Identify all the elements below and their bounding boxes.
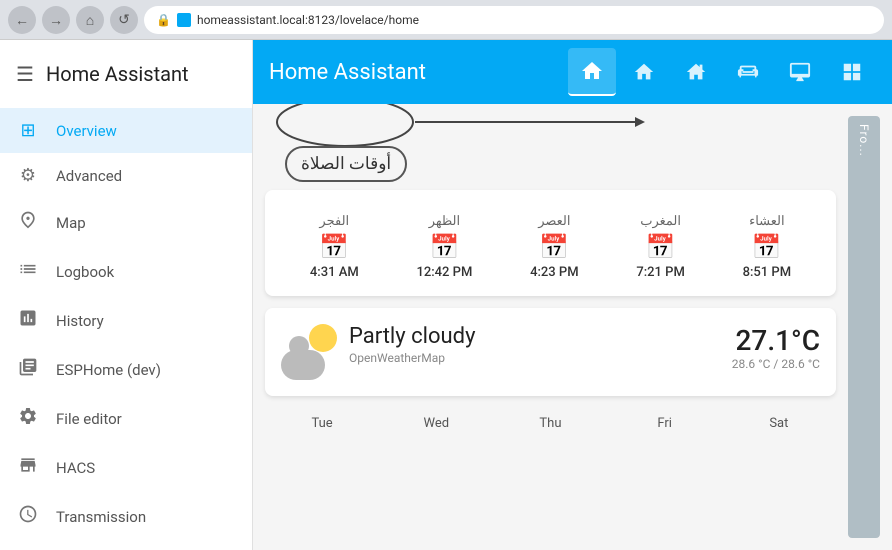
forward-button[interactable]: → — [42, 6, 70, 34]
sidebar-item-hacs[interactable]: HACS — [0, 443, 252, 492]
weather-icon-container — [281, 324, 337, 380]
prayer-card-wrapper: أوقات الصلاة الفجر 📅 4:31 AM — [265, 116, 836, 296]
day-sat: Sat — [754, 416, 804, 431]
sidebar-item-overview[interactable]: ⊞ Overview — [0, 108, 252, 153]
prayer-isha: العشاء 📅 8:51 PM — [743, 214, 792, 280]
weather-source: OpenWeatherMap — [349, 351, 720, 365]
sidebar-item-map-label: Map — [56, 214, 86, 232]
sidebar-item-file-editor-label: File editor — [56, 410, 122, 428]
weather-temp-main: 27.1°C — [732, 324, 820, 357]
right-panel-text: Fro... — [857, 124, 871, 157]
app-bar: Home Assistant — [253, 40, 892, 104]
weather-condition: Partly cloudy — [349, 324, 720, 349]
file-editor-icon — [16, 406, 40, 431]
sidebar-title: Home Assistant — [46, 62, 189, 86]
sidebar-item-overview-label: Overview — [56, 122, 117, 140]
prayer-maghrib-name: المغرب — [640, 214, 681, 229]
weather-temp-range: 28.6 °C / 28.6 °C — [732, 357, 820, 371]
sidebar-item-logbook-label: Logbook — [56, 263, 114, 281]
tab-bar — [568, 48, 876, 96]
weather-card: Partly cloudy OpenWeatherMap 27.1°C 28.6… — [265, 308, 836, 396]
tab-house2[interactable] — [672, 48, 720, 96]
day-fri: Fri — [640, 416, 690, 431]
prayer-fajr-time: 4:31 AM — [310, 265, 359, 280]
overview-icon: ⊞ — [16, 120, 40, 141]
prayer-asr-time: 4:23 PM — [530, 265, 579, 280]
prayer-asr: العصر 📅 4:23 PM — [530, 214, 579, 280]
sidebar-item-esphome[interactable]: ESPHome (dev) — [0, 345, 252, 394]
sidebar-item-transmission-label: Transmission — [56, 508, 146, 526]
favicon — [177, 13, 191, 27]
cards-column: أوقات الصلاة الفجر 📅 4:31 AM — [265, 116, 836, 538]
logbook-icon — [16, 259, 40, 284]
browser-chrome: ← → ⌂ ↺ 🔒 homeassistant.local:8123/lovel… — [0, 0, 892, 40]
sidebar-nav: ⊞ Overview ⚙ Advanced Map Logbook — [0, 108, 252, 550]
weather-cloud-icon — [281, 350, 325, 380]
back-button[interactable]: ← — [8, 6, 36, 34]
advanced-icon: ⚙ — [16, 165, 40, 186]
prayer-dhuhr-icon: 📅 — [429, 233, 459, 261]
tab-home[interactable] — [568, 48, 616, 96]
sidebar-item-history[interactable]: History — [0, 296, 252, 345]
weather-right: 27.1°C 28.6 °C / 28.6 °C — [732, 324, 820, 371]
day-wed: Wed — [411, 416, 461, 431]
prayer-asr-icon: 📅 — [539, 233, 569, 261]
tab-monitor[interactable] — [776, 48, 824, 96]
sidebar: ☰ Home Assistant ⊞ Overview ⚙ Advanced M… — [0, 40, 253, 550]
main-content: Home Assistant — [253, 40, 892, 550]
menu-icon[interactable]: ☰ — [16, 62, 34, 86]
tab-grid[interactable] — [828, 48, 876, 96]
sidebar-item-logbook[interactable]: Logbook — [0, 247, 252, 296]
prayer-dhuhr-time: 12:42 PM — [416, 265, 472, 280]
sidebar-item-history-label: History — [56, 312, 104, 330]
address-bar[interactable]: 🔒 homeassistant.local:8123/lovelace/home — [144, 6, 884, 34]
map-icon — [16, 210, 40, 235]
prayer-maghrib-time: 7:21 PM — [636, 265, 685, 280]
weather-sun-icon — [309, 324, 337, 352]
app-bar-title: Home Assistant — [269, 60, 568, 85]
sidebar-item-advanced[interactable]: ⚙ Advanced — [0, 153, 252, 198]
sidebar-item-file-editor[interactable]: File editor — [0, 394, 252, 443]
sidebar-item-transmission[interactable]: Transmission — [0, 492, 252, 541]
prayer-annotation-label: أوقات الصلاة — [285, 146, 407, 182]
weather-info: Partly cloudy OpenWeatherMap — [349, 324, 720, 365]
lock-icon: 🔒 — [156, 13, 171, 27]
prayer-asr-name: العصر — [538, 214, 570, 229]
right-panel: Fro... — [848, 116, 880, 538]
tab-star[interactable] — [620, 48, 668, 96]
day-thu: Thu — [525, 416, 575, 431]
prayer-card: الفجر 📅 4:31 AM الظهر 📅 12:42 PM — [265, 190, 836, 296]
sidebar-item-map[interactable]: Map — [0, 198, 252, 247]
prayer-maghrib-icon: 📅 — [646, 233, 676, 261]
sidebar-item-esphome-label: ESPHome (dev) — [56, 361, 161, 379]
tab-sofa[interactable] — [724, 48, 772, 96]
home-button[interactable]: ⌂ — [76, 6, 104, 34]
history-icon — [16, 308, 40, 333]
prayer-dhuhr: الظهر 📅 12:42 PM — [416, 214, 472, 280]
prayer-fajr-icon: 📅 — [319, 233, 349, 261]
day-labels: Tue Wed Thu Fri Sat — [265, 408, 836, 435]
sidebar-item-hacs-label: HACS — [56, 459, 95, 477]
transmission-icon — [16, 504, 40, 529]
prayer-maghrib: المغرب 📅 7:21 PM — [636, 214, 685, 280]
prayer-fajr-name: الفجر — [319, 214, 349, 229]
prayer-isha-icon: 📅 — [752, 233, 782, 261]
url-text: homeassistant.local:8123/lovelace/home — [197, 13, 419, 27]
page-content: أوقات الصلاة الفجر 📅 4:31 AM — [253, 104, 892, 550]
prayer-dhuhr-name: الظهر — [429, 214, 460, 229]
hacs-icon — [16, 455, 40, 480]
prayer-fajr: الفجر 📅 4:31 AM — [310, 214, 359, 280]
prayer-isha-name: العشاء — [749, 214, 785, 229]
day-tue: Tue — [297, 416, 347, 431]
prayer-isha-time: 8:51 PM — [743, 265, 792, 280]
sidebar-item-advanced-label: Advanced — [56, 167, 122, 185]
sidebar-header: ☰ Home Assistant — [0, 40, 252, 108]
app-layout: ☰ Home Assistant ⊞ Overview ⚙ Advanced M… — [0, 40, 892, 550]
prayer-times-grid: الفجر 📅 4:31 AM الظهر 📅 12:42 PM — [281, 214, 820, 280]
esphome-icon — [16, 357, 40, 382]
refresh-button[interactable]: ↺ — [110, 6, 138, 34]
